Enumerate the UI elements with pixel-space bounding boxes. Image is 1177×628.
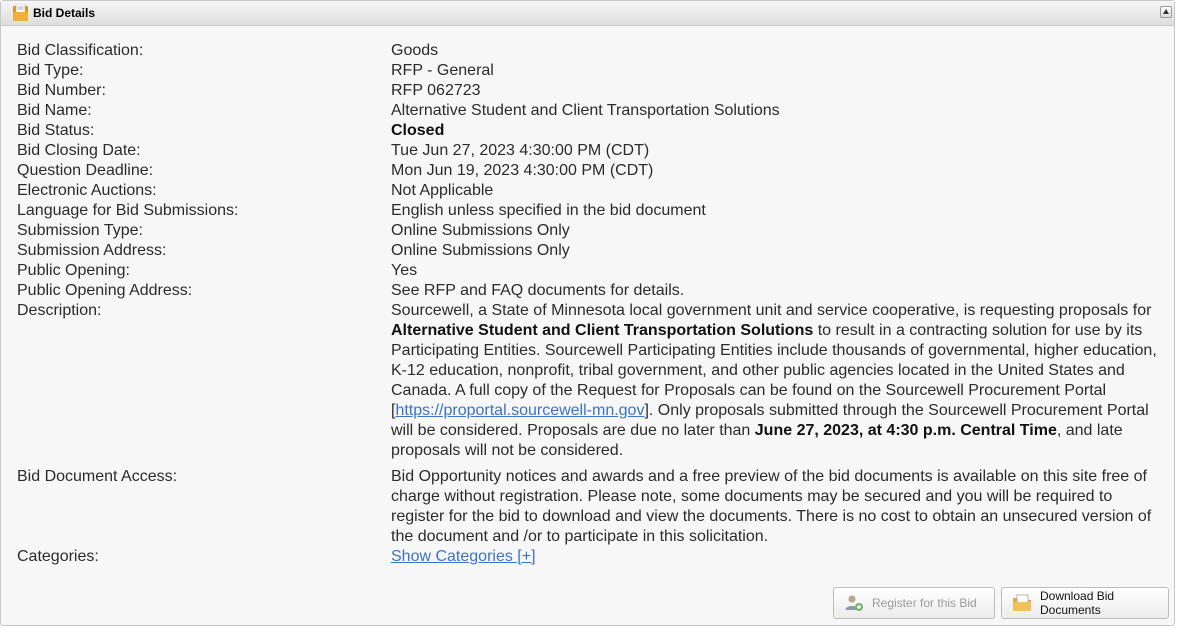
detail-label: Bid Status: xyxy=(17,122,95,139)
status-badge: Closed xyxy=(391,122,445,139)
detail-value: Tue Jun 27, 2023 4:30:00 PM (CDT) xyxy=(391,142,650,159)
detail-row-submission-type: Submission Type: Online Submissions Only xyxy=(17,221,1169,241)
description-bold-name: Alternative Student and Client Transport… xyxy=(391,322,814,339)
detail-row-question-deadline: Question Deadline: Mon Jun 19, 2023 4:30… xyxy=(17,161,1169,181)
detail-row-bid-name: Bid Name: Alternative Student and Client… xyxy=(17,101,1169,121)
detail-label: Bid Type: xyxy=(17,62,84,79)
register-button[interactable]: Register for this Bid xyxy=(833,587,995,619)
detail-label: Bid Closing Date: xyxy=(17,142,141,159)
detail-label: Question Deadline: xyxy=(17,162,154,179)
description-bold-deadline: June 27, 2023, at 4:30 p.m. Central Time xyxy=(754,422,1057,439)
detail-label: Electronic Auctions: xyxy=(17,182,157,199)
detail-label: Submission Address: xyxy=(17,242,167,259)
detail-label: Categories: xyxy=(17,548,99,565)
collapse-up-icon[interactable] xyxy=(1160,6,1172,18)
detail-value: Online Submissions Only xyxy=(391,222,570,239)
detail-row-public-opening: Public Opening: Yes xyxy=(17,261,1169,281)
detail-label: Public Opening Address: xyxy=(17,282,193,299)
detail-row-document-access: Bid Document Access: Bid Opportunity not… xyxy=(17,467,1169,547)
detail-row-bid-type: Bid Type: RFP - General xyxy=(17,61,1169,81)
detail-value: Yes xyxy=(391,262,418,279)
detail-label: Submission Type: xyxy=(17,222,143,239)
bid-details-panel: Bid Details Bid Classification: Goods Bi… xyxy=(0,0,1175,626)
user-register-icon xyxy=(845,595,863,611)
detail-row-electronic-auctions: Electronic Auctions: Not Applicable xyxy=(17,181,1169,201)
panel-header: Bid Details xyxy=(1,1,1174,26)
detail-row-classification: Bid Classification: Goods xyxy=(17,41,1169,61)
detail-label: Bid Document Access: xyxy=(17,468,178,485)
detail-row-closing-date: Bid Closing Date: Tue Jun 27, 2023 4:30:… xyxy=(17,141,1169,161)
register-button-label: Register for this Bid xyxy=(872,596,977,610)
detail-value: RFP 062723 xyxy=(391,82,481,99)
detail-value: See RFP and FAQ documents for details. xyxy=(391,282,685,299)
detail-value: English unless specified in the bid docu… xyxy=(391,202,706,219)
detail-row-description: Description: Sourcewell, a State of Minn… xyxy=(17,301,1169,461)
detail-label: Bid Classification: xyxy=(17,42,144,59)
panel-title: Bid Details xyxy=(33,6,96,20)
detail-label: Bid Number: xyxy=(17,82,106,99)
detail-value: Alternative Student and Client Transport… xyxy=(391,102,780,119)
detail-row-bid-status: Bid Status: Closed xyxy=(17,121,1169,141)
detail-label: Description: xyxy=(17,302,102,319)
detail-value: Mon Jun 19, 2023 4:30:00 PM (CDT) xyxy=(391,162,654,179)
sourcewell-portal-link[interactable]: https://proportal.sourcewell-mn.gov xyxy=(395,402,644,419)
detail-label: Bid Name: xyxy=(17,102,92,119)
detail-row-language: Language for Bid Submissions: English un… xyxy=(17,201,1169,221)
bid-details-list: Bid Classification: Goods Bid Type: RFP … xyxy=(17,41,1169,567)
detail-value: Goods xyxy=(391,42,439,59)
folder-download-icon xyxy=(1013,594,1031,611)
detail-value: Bid Opportunity notices and awards and a… xyxy=(391,468,1152,545)
detail-row-bid-number: Bid Number: RFP 062723 xyxy=(17,81,1169,101)
detail-row-submission-address: Submission Address: Online Submissions O… xyxy=(17,241,1169,261)
detail-label: Language for Bid Submissions: xyxy=(17,202,239,219)
action-bar: Register for this Bid Download Bid Docum… xyxy=(833,587,1169,619)
detail-value: Not Applicable xyxy=(391,182,494,199)
detail-label: Public Opening: xyxy=(17,262,130,279)
description-part: Sourcewell, a State of Minnesota local g… xyxy=(391,302,1152,319)
detail-row-public-opening-address: Public Opening Address: See RFP and FAQ … xyxy=(17,281,1169,301)
description-text: Sourcewell, a State of Minnesota local g… xyxy=(391,301,1169,461)
download-documents-button[interactable]: Download Bid Documents xyxy=(1001,587,1169,619)
show-categories-link[interactable]: Show Categories [+] xyxy=(391,548,536,565)
download-button-label: Download Bid Documents xyxy=(1040,589,1115,617)
detail-row-categories: Categories: Show Categories [+] xyxy=(17,547,1169,567)
detail-value: RFP - General xyxy=(391,62,494,79)
detail-value: Online Submissions Only xyxy=(391,242,570,259)
folder-document-icon xyxy=(13,4,28,21)
